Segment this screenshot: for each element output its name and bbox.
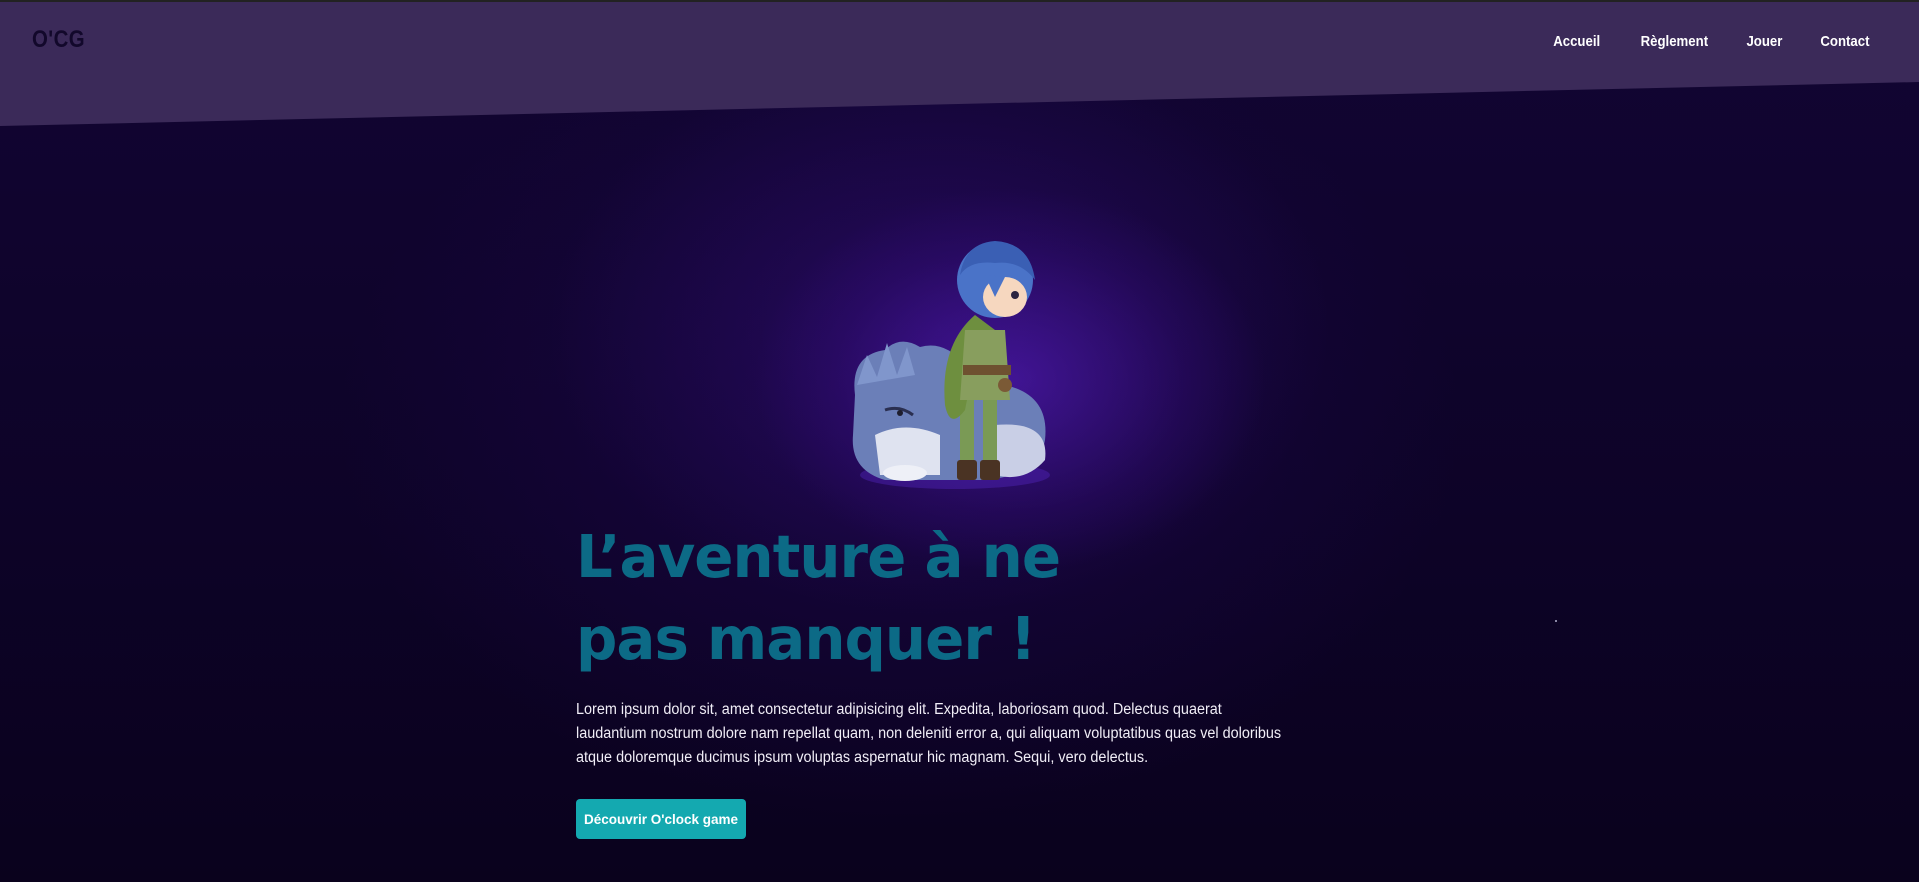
nav-link-contact[interactable]: Contact	[1821, 33, 1870, 50]
top-border	[0, 0, 1919, 2]
nav-link-accueil[interactable]: Accueil	[1553, 33, 1600, 50]
hero-title: L’aventure à ne pas manquer !	[576, 522, 1061, 673]
nav-link-jouer[interactable]: Jouer	[1747, 33, 1783, 50]
character-with-wolf-illustration	[852, 241, 1050, 489]
hero-section: L’aventure à ne pas manquer ! Lorem ipsu…	[576, 516, 1336, 770]
main-nav: Accueil Règlement Jouer Contact	[1550, 33, 1873, 50]
nav-link-reglement[interactable]: Règlement	[1640, 33, 1707, 50]
discover-button[interactable]: Découvrir O'clock game	[576, 799, 747, 839]
site-logo[interactable]: O'CG	[32, 26, 85, 54]
star-dot	[1555, 620, 1557, 622]
hero-description: Lorem ipsum dolor sit, amet consectetur …	[576, 701, 1282, 766]
